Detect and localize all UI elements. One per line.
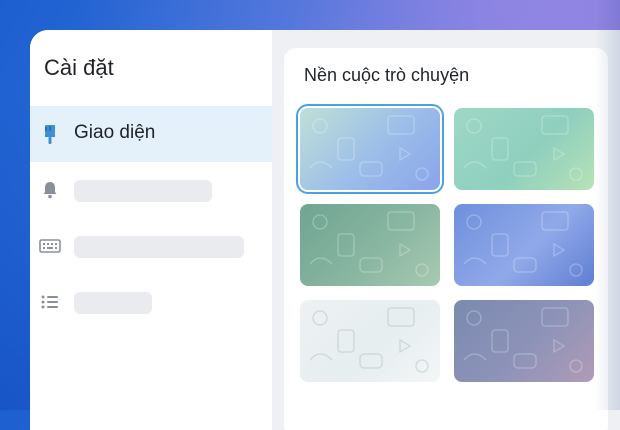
sidebar-item-placeholder [74, 236, 244, 258]
sidebar-item-list[interactable] [30, 274, 272, 330]
sidebar-item-label: Giao diện [74, 122, 156, 143]
settings-sidebar: Cài đặt Giao diện [30, 30, 272, 430]
paint-brush-icon [38, 122, 62, 146]
background-pattern [309, 307, 429, 373]
background-pattern [463, 211, 583, 277]
background-pattern [309, 115, 429, 181]
list-icon [38, 290, 62, 314]
settings-content: Nền cuộc trò chuyện [272, 30, 620, 430]
bell-icon [38, 178, 62, 202]
background-option[interactable] [300, 204, 440, 286]
background-option[interactable] [300, 300, 440, 382]
keyboard-icon [38, 234, 62, 258]
background-option[interactable] [454, 108, 594, 190]
section-title: Nền cuộc trò chuyện [304, 65, 470, 85]
sidebar-item-notifications[interactable] [30, 162, 272, 218]
chat-background-panel: Nền cuộc trò chuyện [284, 48, 608, 430]
settings-window: Cài đặt Giao diện Nền cuộc trò chuyện [30, 30, 620, 430]
sidebar-item-placeholder [74, 292, 152, 314]
background-option[interactable] [300, 108, 440, 190]
sidebar-item-appearance[interactable]: Giao diện [30, 106, 272, 162]
background-option[interactable] [454, 204, 594, 286]
sidebar-item-placeholder [74, 180, 212, 202]
settings-title: Cài đặt [44, 55, 114, 80]
background-pattern [463, 307, 583, 373]
background-pattern [309, 211, 429, 277]
background-pattern [463, 115, 583, 181]
sidebar-item-keyboard[interactable] [30, 218, 272, 274]
background-option[interactable] [454, 300, 594, 382]
